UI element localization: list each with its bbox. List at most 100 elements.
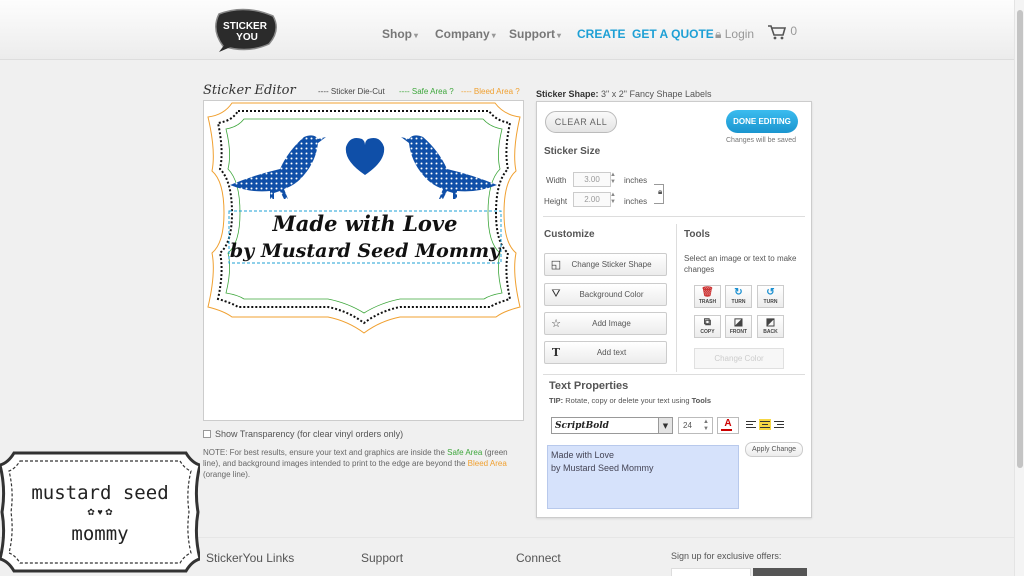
lock-icon: 🔒︎ — [715, 27, 722, 41]
font-size-stepper[interactable]: ▲ ▼ — [703, 419, 709, 433]
font-size-select[interactable]: 24 ▲ ▼ — [678, 417, 713, 434]
shape-label-key: Sticker Shape: — [536, 89, 599, 99]
shapes-icon: ◱ — [550, 259, 562, 271]
text-color-icon: A — [724, 418, 732, 429]
add-text-label: Add text — [596, 348, 627, 357]
add-image-button[interactable]: ☆ Add Image — [544, 312, 667, 335]
lock-icon[interactable]: 🔒︎ — [658, 187, 662, 197]
tip-label: TIP: — [549, 396, 564, 405]
stickeryou-logo[interactable]: STICKER YOU — [211, 8, 279, 52]
note-safe-link[interactable]: Safe Area — [447, 448, 482, 457]
background-color-label: Background Color — [579, 290, 644, 299]
transparency-label: Show Transparency (for clear vinyl order… — [215, 429, 404, 439]
change-sticker-shape-button[interactable]: ◱ Change Sticker Shape — [544, 253, 667, 276]
watermark-line2: mommy — [71, 523, 128, 545]
customize-title: Customize — [544, 229, 595, 240]
done-editing-button[interactable]: DONE EDITING — [726, 110, 798, 133]
sticker-text-line2: by Mustard Seed Mommy — [230, 240, 502, 262]
height-stepper[interactable]: ▲ ▼ — [609, 192, 617, 207]
clear-all-button[interactable]: CLEAR ALL — [545, 111, 617, 133]
turn-left-tool[interactable]: ↺ TURN — [757, 285, 784, 308]
align-right-button[interactable] — [773, 419, 785, 430]
nav-create[interactable]: CREATE — [577, 27, 625, 41]
nav-company-label: Company — [435, 27, 490, 41]
chevron-down-icon: ▼ — [658, 418, 672, 433]
nav-shop-label: Shop — [382, 27, 412, 41]
footer-stickeryou-links: StickerYou Links — [206, 551, 295, 565]
left-bird-image — [230, 135, 326, 199]
font-size-value: 24 — [683, 421, 692, 430]
logo-text-bottom: YOU — [236, 32, 258, 43]
signup-email-input[interactable] — [671, 568, 751, 576]
text-content-input[interactable]: Made with Love by Mustard Seed Mommy — [547, 445, 739, 509]
copy-icon: ⧉ — [703, 317, 712, 328]
logo-text-top: STICKER — [223, 21, 268, 32]
text-icon: T — [551, 346, 561, 359]
cart-button[interactable]: 0 — [767, 24, 797, 40]
trash-tool[interactable]: 🗑︎ TRASH — [694, 285, 721, 308]
tip-text: TIP: Rotate, copy or delete your text us… — [549, 396, 711, 405]
column-divider — [676, 224, 677, 372]
turn-right-tool[interactable]: ↻ TURN — [725, 285, 752, 308]
back-tool[interactable]: ◩ BACK — [757, 315, 784, 338]
bring-front-icon: ◪ — [733, 317, 744, 328]
paint-bucket-icon: ⛛ — [551, 288, 561, 300]
page-scrollbar[interactable] — [1014, 0, 1024, 576]
change-color-button[interactable]: Change Color — [694, 348, 784, 369]
add-image-label: Add Image — [592, 319, 631, 328]
transparency-checkbox[interactable] — [203, 430, 211, 438]
align-left-button[interactable] — [745, 419, 757, 430]
tip-tools: Tools — [691, 396, 712, 405]
text-color-picker[interactable]: A — [717, 417, 739, 434]
apply-change-button[interactable]: Apply Change — [745, 442, 803, 457]
scrollbar-thumb[interactable] — [1017, 10, 1023, 468]
legend-die-cut: ---- Sticker Die-Cut — [318, 87, 385, 96]
sticker-preview: Made with Love by Mustard Seed Mommy — [207, 102, 521, 334]
align-center-button[interactable] — [759, 419, 771, 430]
height-label: Height — [544, 197, 568, 206]
legend-safe-area[interactable]: ---- Safe Area ? — [399, 87, 454, 96]
watermark-line1: mustard seed — [31, 482, 168, 504]
login-label: Login — [724, 27, 755, 41]
show-transparency-toggle[interactable]: Show Transparency (for clear vinyl order… — [203, 429, 403, 439]
nav-get-a-quote[interactable]: GET A QUOTE — [632, 27, 714, 41]
legend-bleed-area[interactable]: ---- Bleed Area ? — [461, 87, 520, 96]
sticker-text-line1: Made with Love — [272, 211, 458, 236]
copy-tool[interactable]: ⧉ COPY — [694, 315, 721, 338]
section-divider — [543, 216, 805, 217]
font-value: ScriptBold — [555, 420, 609, 431]
height-input[interactable]: 2.00 — [573, 192, 611, 207]
font-select[interactable]: ScriptBold ▼ — [551, 417, 673, 434]
text-properties-title: Text Properties — [549, 380, 629, 392]
background-color-button[interactable]: ⛛ Background Color — [544, 283, 667, 306]
width-input[interactable]: 3.00 — [573, 172, 611, 187]
note-suffix: (orange line). — [203, 470, 251, 479]
chevron-down-icon: ▾ — [557, 31, 562, 40]
nav-support[interactable]: Support ▾ — [509, 27, 561, 41]
width-stepper[interactable]: ▲ ▼ — [609, 172, 617, 187]
height-unit: inches — [624, 197, 648, 206]
note-bleed-link[interactable]: Bleed Area — [468, 459, 507, 468]
tools-title: Tools — [684, 229, 710, 240]
star-add-icon: ☆ — [551, 318, 561, 330]
trash-icon: 🗑︎ — [701, 287, 714, 298]
signup-button[interactable] — [753, 568, 807, 576]
sticker-canvas[interactable]: Made with Love by Mustard Seed Mommy — [203, 100, 524, 421]
trash-label: TRASH — [698, 299, 717, 305]
text-color-swatch — [721, 429, 732, 431]
note-prefix: NOTE: For best results, ensure your text… — [203, 448, 445, 457]
signup-label: Sign up for exclusive offers: — [671, 551, 782, 561]
changes-saved-note: Changes will be saved — [726, 137, 797, 144]
add-text-button[interactable]: T Add text — [544, 341, 667, 364]
footer-connect: Connect — [516, 551, 561, 565]
tools-hint: Select an image or text to make changes — [684, 254, 797, 274]
nav-shop[interactable]: Shop ▾ — [382, 27, 418, 41]
turn-right-label: TURN — [731, 299, 746, 305]
send-back-icon: ◩ — [765, 317, 776, 328]
cart-count: 0 — [790, 24, 798, 39]
nav-company[interactable]: Company ▾ — [435, 27, 496, 41]
front-tool[interactable]: ◪ FRONT — [725, 315, 752, 338]
footer-support: Support — [361, 551, 404, 565]
nav-login[interactable]: 🔒︎ Login — [715, 27, 754, 42]
width-unit: inches — [624, 176, 648, 185]
